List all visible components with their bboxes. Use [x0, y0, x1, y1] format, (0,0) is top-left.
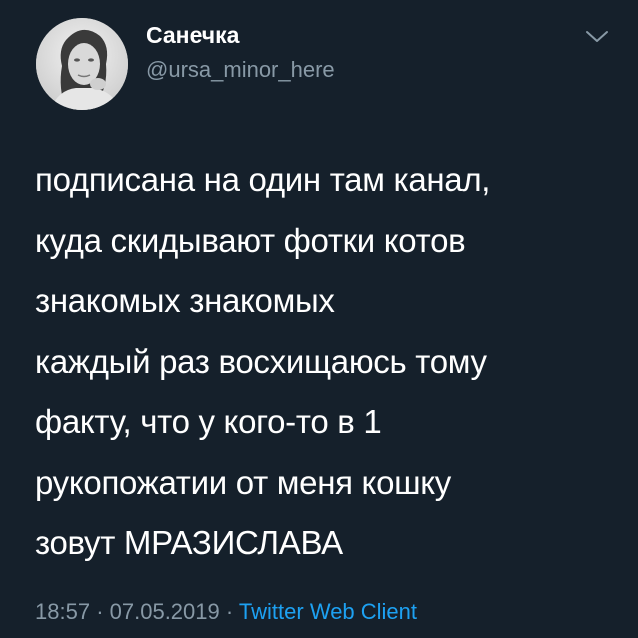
tweet-text: подписана на один там канал, куда скидыв… [35, 150, 625, 574]
display-name[interactable]: Санечка [146, 20, 239, 50]
avatar[interactable] [36, 18, 128, 110]
tweet-text-line: рукопожатии от меня кошку [35, 463, 452, 501]
tweet-text-line: факту, что у кого-то в 1 [35, 403, 382, 440]
avatar-photo [36, 18, 128, 110]
tweet-text-line: куда скидывают фотки котов [35, 221, 466, 259]
tweet-date[interactable]: 07.05.2019 [110, 599, 220, 624]
tweet-card: Санечка @ursa_minor_here подписана на од… [0, 0, 638, 638]
meta-separator: · [96, 599, 104, 624]
user-handle[interactable]: @ursa_minor_here [146, 56, 335, 84]
chevron-down-icon[interactable] [584, 26, 610, 46]
tweet-text-line: зовут МРАЗИСЛАВА [35, 524, 343, 561]
meta-separator: · [225, 599, 234, 624]
tweet-text-line: знакомых знакомых [35, 282, 335, 319]
tweet-meta: 18:57 · 07.05.2019 · Twitter Web Client [35, 597, 417, 627]
tweet-time[interactable]: 18:57 [35, 599, 90, 624]
tweet-text-line: каждый раз восхищаюсь тому [35, 342, 487, 380]
tweet-text-line: подписана на один там канал, [35, 161, 491, 198]
tweet-source-link[interactable]: Twitter Web Client [239, 599, 417, 624]
